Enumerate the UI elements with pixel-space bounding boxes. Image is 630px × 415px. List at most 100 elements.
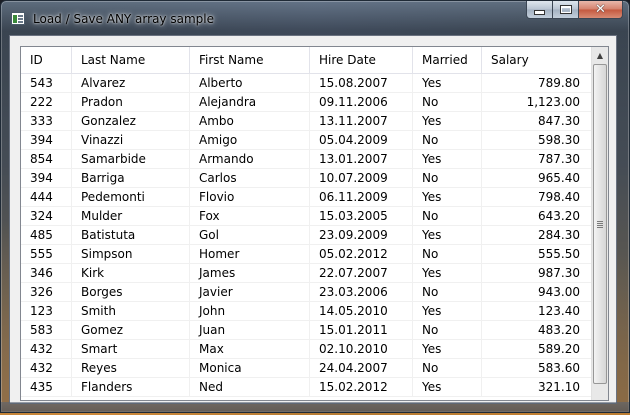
vertical-scrollbar[interactable]: ▲	[591, 47, 608, 400]
cell-id[interactable]: 394	[21, 131, 72, 149]
cell-last-name[interactable]: Pedemonti	[72, 188, 190, 206]
cell-first-name[interactable]: Gol	[190, 226, 310, 244]
cell-salary[interactable]: 284.30	[482, 226, 592, 244]
table-row[interactable]: 333 Gonzalez Ambo 13.11.2007 Yes 847.30	[21, 112, 592, 131]
maximize-button[interactable]	[553, 1, 579, 19]
table-row[interactable]: 854 Samarbide Armando 13.01.2007 Yes 787.30	[21, 150, 592, 169]
cell-married[interactable]: No	[413, 283, 482, 301]
cell-married[interactable]: Yes	[413, 112, 482, 130]
cell-hire-date[interactable]: 22.07.2007	[310, 264, 413, 282]
column-header-salary[interactable]: Salary	[482, 47, 592, 73]
cell-hire-date[interactable]: 05.02.2012	[310, 245, 413, 263]
cell-married[interactable]: Yes	[413, 188, 482, 206]
cell-hire-date[interactable]: 15.08.2007	[310, 74, 413, 92]
cell-last-name[interactable]: Barriga	[72, 169, 190, 187]
cell-first-name[interactable]: Juan	[190, 321, 310, 339]
minimize-button[interactable]	[526, 1, 553, 19]
cell-married[interactable]: No	[413, 93, 482, 111]
cell-first-name[interactable]: James	[190, 264, 310, 282]
cell-hire-date[interactable]: 24.04.2007	[310, 359, 413, 377]
title-bar[interactable]: Load / Save ANY array sample ✕	[1, 1, 629, 35]
cell-hire-date[interactable]: 23.03.2006	[310, 283, 413, 301]
cell-married[interactable]: Yes	[413, 150, 482, 168]
cell-salary[interactable]: 321.10	[482, 378, 592, 396]
cell-married[interactable]: No	[413, 169, 482, 187]
cell-last-name[interactable]: Flanders	[72, 378, 190, 396]
cell-married[interactable]: Yes	[413, 74, 482, 92]
column-header-hire-date[interactable]: Hire Date	[310, 47, 413, 73]
cell-salary[interactable]: 798.40	[482, 188, 592, 206]
cell-id[interactable]: 123	[21, 302, 72, 320]
cell-hire-date[interactable]: 10.07.2009	[310, 169, 413, 187]
cell-id[interactable]: 432	[21, 340, 72, 358]
table-row[interactable]: 123 Smith John 14.05.2010 Yes 123.40	[21, 302, 592, 321]
cell-hire-date[interactable]: 13.01.2007	[310, 150, 413, 168]
cell-salary[interactable]: 583.60	[482, 359, 592, 377]
cell-last-name[interactable]: Borges	[72, 283, 190, 301]
scroll-thumb[interactable]	[593, 64, 607, 384]
table-row[interactable]: 444 Pedemonti Flovio 06.11.2009 Yes 798.40	[21, 188, 592, 207]
cell-first-name[interactable]: Amigo	[190, 131, 310, 149]
cell-first-name[interactable]: Flovio	[190, 188, 310, 206]
cell-last-name[interactable]: Gomez	[72, 321, 190, 339]
cell-first-name[interactable]: Alejandra	[190, 93, 310, 111]
cell-id[interactable]: 333	[21, 112, 72, 130]
cell-id[interactable]: 394	[21, 169, 72, 187]
app-grid-icon[interactable]	[11, 12, 25, 25]
cell-married[interactable]: No	[413, 321, 482, 339]
column-header-id[interactable]: ID	[21, 47, 72, 73]
cell-id[interactable]: 485	[21, 226, 72, 244]
column-header-last-name[interactable]: Last Name	[72, 47, 190, 73]
column-header-married[interactable]: Married	[413, 47, 482, 73]
scroll-up-arrow-icon[interactable]: ▲	[592, 47, 608, 64]
cell-last-name[interactable]: Alvarez	[72, 74, 190, 92]
cell-married[interactable]: No	[413, 131, 482, 149]
cell-married[interactable]: Yes	[413, 302, 482, 320]
table-row[interactable]: 222 Pradon Alejandra 09.11.2006 No 1,123.00	[21, 93, 592, 112]
column-header-first-name[interactable]: First Name	[190, 47, 310, 73]
cell-first-name[interactable]: Fox	[190, 207, 310, 225]
cell-married[interactable]: Yes	[413, 226, 482, 244]
cell-salary[interactable]: 965.40	[482, 169, 592, 187]
cell-last-name[interactable]: Simpson	[72, 245, 190, 263]
cell-married[interactable]: Yes	[413, 264, 482, 282]
cell-first-name[interactable]: Homer	[190, 245, 310, 263]
cell-id[interactable]: 432	[21, 359, 72, 377]
cell-hire-date[interactable]: 15.01.2011	[310, 321, 413, 339]
cell-married[interactable]: No	[413, 245, 482, 263]
table-row[interactable]: 346 Kirk James 22.07.2007 Yes 987.30	[21, 264, 592, 283]
cell-married[interactable]: Yes	[413, 340, 482, 358]
table-row[interactable]: 394 Vinazzi Amigo 05.04.2009 No 598.30	[21, 131, 592, 150]
cell-id[interactable]: 324	[21, 207, 72, 225]
cell-married[interactable]: No	[413, 359, 482, 377]
cell-hire-date[interactable]: 05.04.2009	[310, 131, 413, 149]
cell-last-name[interactable]: Mulder	[72, 207, 190, 225]
cell-first-name[interactable]: Monica	[190, 359, 310, 377]
cell-first-name[interactable]: John	[190, 302, 310, 320]
cell-hire-date[interactable]: 09.11.2006	[310, 93, 413, 111]
cell-last-name[interactable]: Reyes	[72, 359, 190, 377]
cell-salary[interactable]: 847.30	[482, 112, 592, 130]
cell-salary[interactable]: 1,123.00	[482, 93, 592, 111]
cell-salary[interactable]: 555.50	[482, 245, 592, 263]
cell-hire-date[interactable]: 06.11.2009	[310, 188, 413, 206]
cell-salary[interactable]: 943.00	[482, 283, 592, 301]
cell-last-name[interactable]: Kirk	[72, 264, 190, 282]
cell-salary[interactable]: 787.30	[482, 150, 592, 168]
cell-id[interactable]: 543	[21, 74, 72, 92]
cell-first-name[interactable]: Alberto	[190, 74, 310, 92]
cell-last-name[interactable]: Batistuta	[72, 226, 190, 244]
cell-hire-date[interactable]: 15.03.2005	[310, 207, 413, 225]
cell-id[interactable]: 854	[21, 150, 72, 168]
cell-id[interactable]: 346	[21, 264, 72, 282]
table-row[interactable]: 555 Simpson Homer 05.02.2012 No 555.50	[21, 245, 592, 264]
cell-first-name[interactable]: Armando	[190, 150, 310, 168]
cell-salary[interactable]: 589.20	[482, 340, 592, 358]
table-row[interactable]: 326 Borges Javier 23.03.2006 No 943.00	[21, 283, 592, 302]
cell-id[interactable]: 583	[21, 321, 72, 339]
cell-salary[interactable]: 789.80	[482, 74, 592, 92]
cell-salary[interactable]: 987.30	[482, 264, 592, 282]
cell-hire-date[interactable]: 15.02.2012	[310, 378, 413, 396]
table-row[interactable]: 543 Alvarez Alberto 15.08.2007 Yes 789.80	[21, 74, 592, 93]
table-row[interactable]: 435 Flanders Ned 15.02.2012 Yes 321.10	[21, 378, 592, 397]
